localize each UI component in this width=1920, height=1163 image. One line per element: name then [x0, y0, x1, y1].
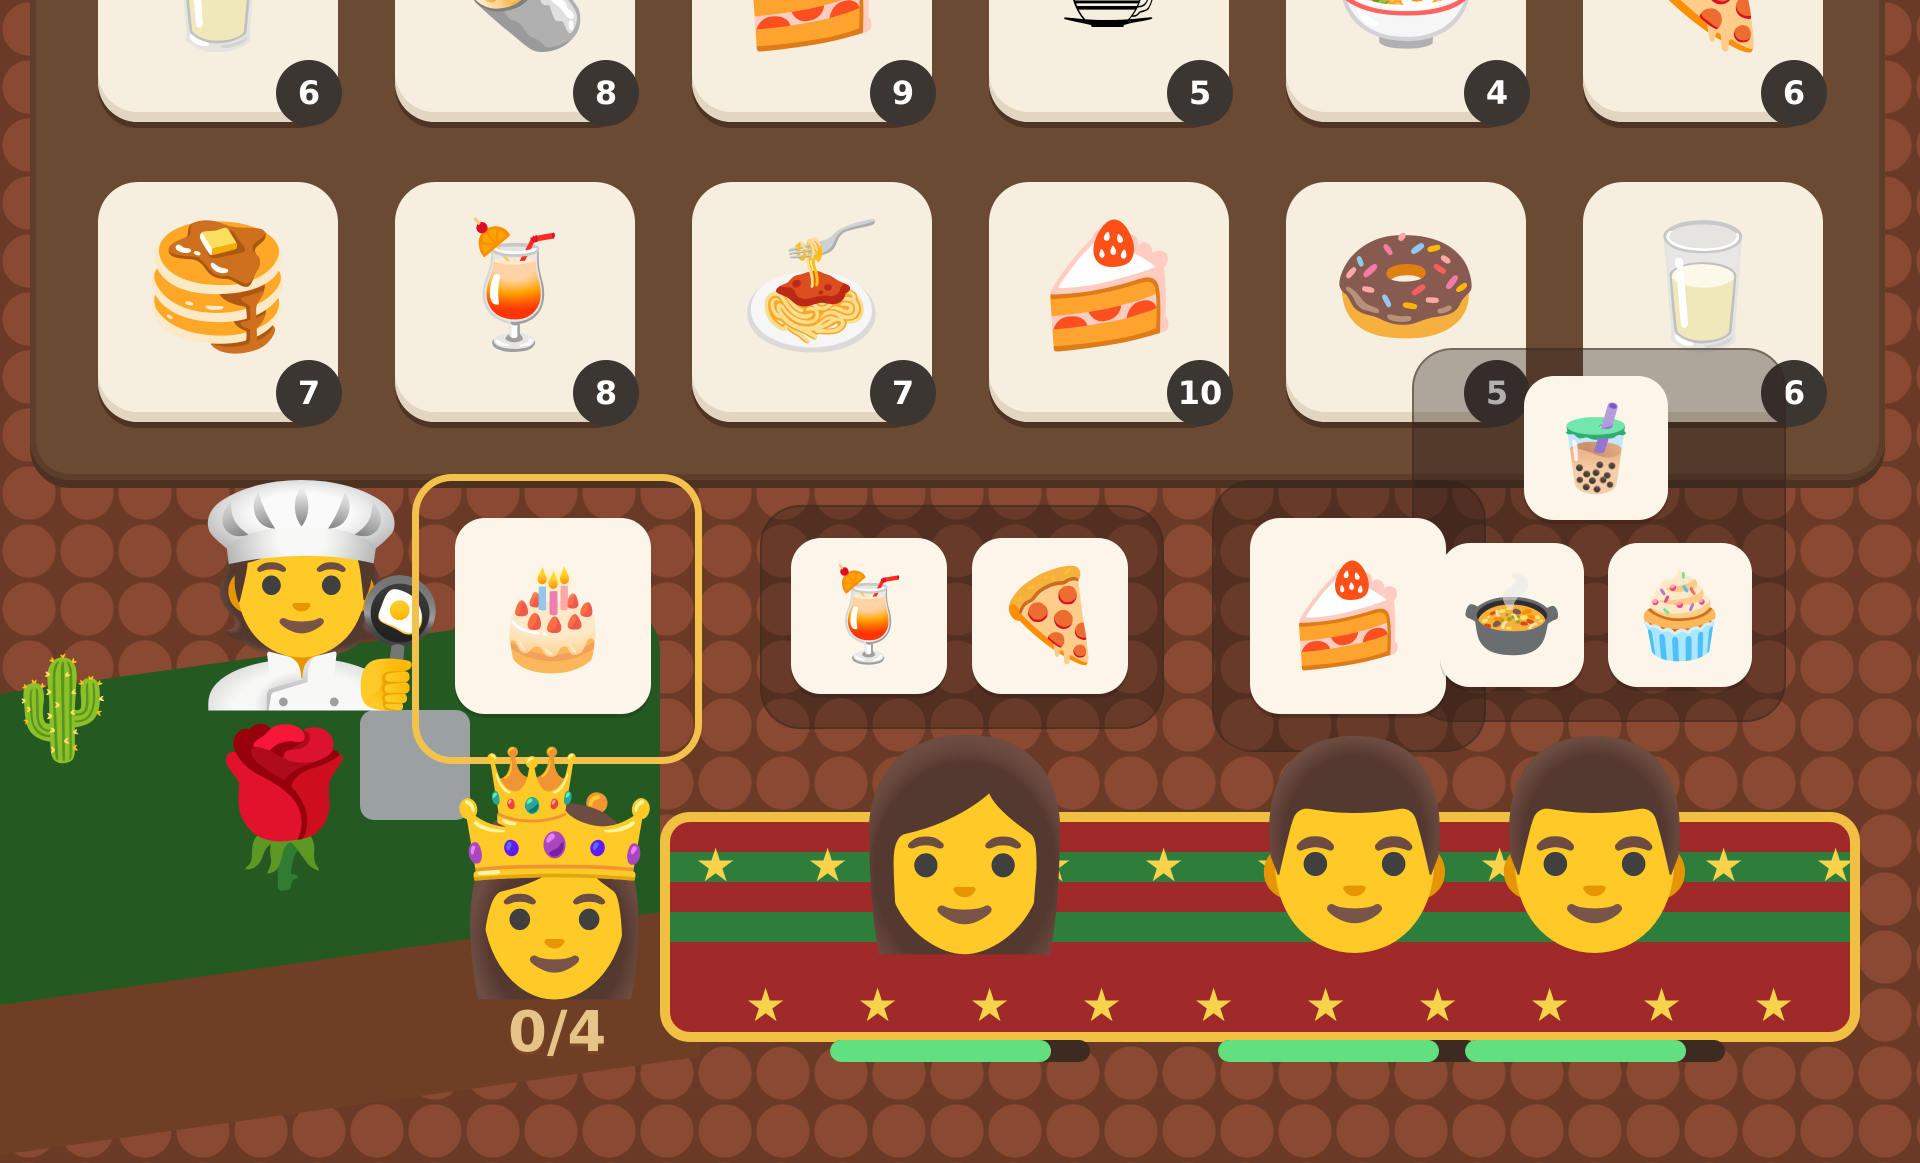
- order-slot-drink[interactable]: 🍹: [791, 538, 947, 694]
- count-badge: 4: [1464, 60, 1530, 126]
- food-tile-fruit-drink[interactable]: 🍹 8: [395, 182, 639, 426]
- food-tile-ramen[interactable]: 🍜4: [1286, 0, 1530, 126]
- food-tile-spaghetti[interactable]: 🍝 7: [692, 182, 936, 426]
- strawberry-cake-icon: 🍰: [692, 0, 932, 62]
- strawberry-cake-icon: 🍰: [1285, 557, 1411, 674]
- star-icon: ★: [1815, 838, 1857, 892]
- count-badge: 9: [870, 60, 936, 126]
- roses-icon: 🌹: [190, 721, 377, 895]
- patience-fill: [830, 1040, 1051, 1062]
- food-tile-chocolate-cake[interactable]: 🍰 10: [989, 182, 1233, 426]
- order-slot-cake[interactable]: 🍰: [1250, 518, 1446, 714]
- patience-bar-customer-3: [1218, 1040, 1478, 1062]
- chocolate-cake-icon: 🍰: [1034, 217, 1184, 356]
- customer-3[interactable]: 👨: [1230, 728, 1480, 1045]
- count-badge: 6: [276, 60, 342, 126]
- current-order-slot[interactable]: 🎂: [455, 518, 651, 714]
- crown-icon: 👑: [482, 741, 582, 834]
- cake-icon: 🎂: [490, 557, 616, 674]
- pizza-icon: 🍕: [993, 563, 1107, 668]
- food-tile-pizza[interactable]: 🍕6: [1583, 0, 1827, 126]
- customer-4[interactable]: 👨: [1470, 728, 1720, 1045]
- count-badge: 7: [870, 360, 936, 426]
- star-icon: ★: [695, 838, 737, 892]
- count-badge: 5: [1167, 60, 1233, 126]
- queue-counter: 0/4: [508, 1000, 607, 1065]
- star-icon: ★: [1193, 978, 1235, 1032]
- fruit-drink-icon: 🍹: [812, 563, 926, 668]
- customer-face-icon: 👩: [840, 728, 1090, 961]
- patience-fill: [1465, 1040, 1686, 1062]
- star-icon: ★: [1143, 838, 1185, 892]
- pizza-wrap-icon: 🌯: [395, 0, 635, 62]
- count-badge: 6: [1761, 60, 1827, 126]
- hot-chocolate-icon: ☕: [989, 0, 1229, 62]
- count-badge: 7: [276, 360, 342, 426]
- milk-icon: 🥛: [1628, 217, 1778, 356]
- count-badge: 10: [1167, 360, 1233, 426]
- star-icon: ★: [1081, 978, 1123, 1032]
- order-slot-pizza[interactable]: 🍕: [972, 538, 1128, 694]
- cactus-icon: 🌵: [0, 650, 125, 767]
- milk-icon: 🥛: [98, 0, 338, 62]
- count-badge: 8: [573, 60, 639, 126]
- star-icon: ★: [1753, 978, 1795, 1032]
- order-slot-bubble-tea[interactable]: 🧋: [1524, 376, 1668, 520]
- count-badge: 8: [573, 360, 639, 426]
- order-slot-soup[interactable]: 🍲: [1440, 543, 1584, 687]
- patience-bar-customer-2: [830, 1040, 1090, 1062]
- bubble-tea-icon: 🧋: [1543, 399, 1649, 497]
- spaghetti-icon: 🍝: [737, 217, 887, 356]
- patience-bar-customer-4: [1465, 1040, 1725, 1062]
- customer-face-icon: 👨: [1230, 728, 1480, 961]
- patience-fill: [1218, 1040, 1439, 1062]
- pancakes-icon: 🥞: [143, 217, 293, 356]
- food-tile-pancakes[interactable]: 🥞 7: [98, 182, 342, 426]
- ramen-icon: 🍜: [1286, 0, 1526, 62]
- fruit-drink-icon: 🍹: [440, 217, 590, 356]
- food-tile-strawberry-cake[interactable]: 🍰9: [692, 0, 936, 126]
- cupcake-icon: 🧁: [1627, 566, 1733, 664]
- pizza-icon: 🍕: [1583, 0, 1823, 62]
- customer-2[interactable]: 👩: [840, 728, 1090, 1045]
- food-tile-milk[interactable]: 🥛6: [98, 0, 342, 126]
- customer-face-icon: 👨: [1470, 728, 1720, 961]
- order-slot-cupcake[interactable]: 🧁: [1608, 543, 1752, 687]
- onion-rings-icon: 🍩: [1331, 217, 1481, 356]
- food-tile-pizza-wrap[interactable]: 🌯8: [395, 0, 639, 126]
- soup-icon: 🍲: [1459, 566, 1565, 664]
- food-tile-hot-chocolate[interactable]: ☕5: [989, 0, 1233, 126]
- star-icon: ★: [745, 978, 787, 1032]
